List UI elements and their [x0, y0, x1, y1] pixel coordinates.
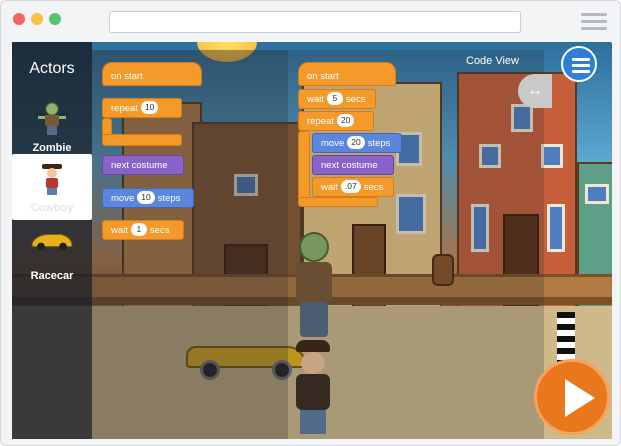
minimize-window-icon[interactable] — [31, 13, 43, 25]
block-label: wait — [111, 225, 128, 236]
script-repeat-bracket-bottom — [298, 197, 378, 207]
browser-menu-icon[interactable] — [581, 13, 607, 31]
repeat-count-input[interactable]: 10 — [140, 101, 159, 114]
menu-icon[interactable] — [561, 46, 597, 82]
wait-secs-input[interactable]: 1 — [130, 223, 147, 236]
block-label: next costume — [321, 160, 378, 171]
cowboy-icon — [42, 164, 62, 195]
actor-label: Zombie — [32, 142, 72, 154]
block-unit: steps — [157, 193, 181, 204]
expand-arrows-icon[interactable]: ↔ — [518, 74, 552, 108]
block-label: move — [111, 193, 135, 204]
block-label: move — [321, 138, 345, 149]
script-wait2-block[interactable]: wait .07 secs — [312, 177, 394, 197]
script-move-input[interactable]: 20 — [347, 136, 365, 149]
actors-panel: Actors Zombie Cowboy Racecar — [12, 42, 92, 439]
window-graphic — [585, 184, 609, 204]
window-graphic — [547, 204, 565, 252]
script-repeat-bracket — [298, 131, 310, 201]
actor-racecar[interactable]: Racecar — [12, 222, 92, 288]
window-graphic — [541, 144, 563, 168]
block-unit: steps — [367, 138, 391, 149]
move-block[interactable]: move 10 steps — [102, 188, 194, 208]
play-icon — [565, 379, 595, 417]
wait-block[interactable]: wait 1 secs — [102, 220, 184, 240]
block-unit: secs — [149, 225, 170, 236]
script-on-start-block[interactable]: on start — [298, 62, 396, 86]
actor-label: Cowboy — [30, 202, 74, 214]
script-repeat-block[interactable]: repeat 20 — [298, 111, 374, 131]
block-label: wait — [307, 94, 324, 105]
block-unit: secs — [345, 94, 366, 105]
zoom-window-icon[interactable] — [49, 13, 61, 25]
block-unit: secs — [363, 182, 384, 193]
block-label: wait — [321, 182, 338, 193]
script-move-block[interactable]: move 20 steps — [312, 133, 402, 153]
code-view-label[interactable]: Code View — [466, 55, 519, 67]
on-start-block[interactable]: on start — [102, 62, 202, 86]
script-next-costume-block[interactable]: next costume — [312, 155, 394, 175]
script-repeat-input[interactable]: 20 — [336, 114, 355, 127]
block-label: repeat — [111, 103, 138, 114]
block-label: next costume — [111, 160, 168, 171]
racecar-icon — [31, 233, 73, 251]
next-costume-block[interactable]: next costume — [102, 155, 184, 175]
repeat-block[interactable]: repeat 10 — [102, 98, 182, 118]
browser-chrome — [1, 1, 620, 41]
actor-zombie[interactable]: Zombie — [12, 94, 92, 160]
play-button[interactable] — [534, 359, 610, 435]
block-label: repeat — [307, 116, 334, 127]
repeat-bracket-bottom — [102, 134, 182, 146]
actors-title: Actors — [29, 60, 75, 77]
move-steps-input[interactable]: 10 — [137, 191, 155, 204]
block-label: on start — [111, 71, 143, 82]
close-window-icon[interactable] — [13, 13, 25, 25]
script-wait2-input[interactable]: .07 — [340, 180, 361, 193]
actor-label: Racecar — [30, 270, 74, 282]
script-wait-input[interactable]: 5 — [326, 92, 343, 105]
block-label: on start — [307, 71, 339, 82]
script-wait-block[interactable]: wait 5 secs — [298, 89, 376, 109]
address-bar[interactable] — [109, 11, 521, 33]
zombie-icon — [38, 102, 66, 135]
actor-cowboy[interactable]: Cowboy — [12, 154, 92, 220]
